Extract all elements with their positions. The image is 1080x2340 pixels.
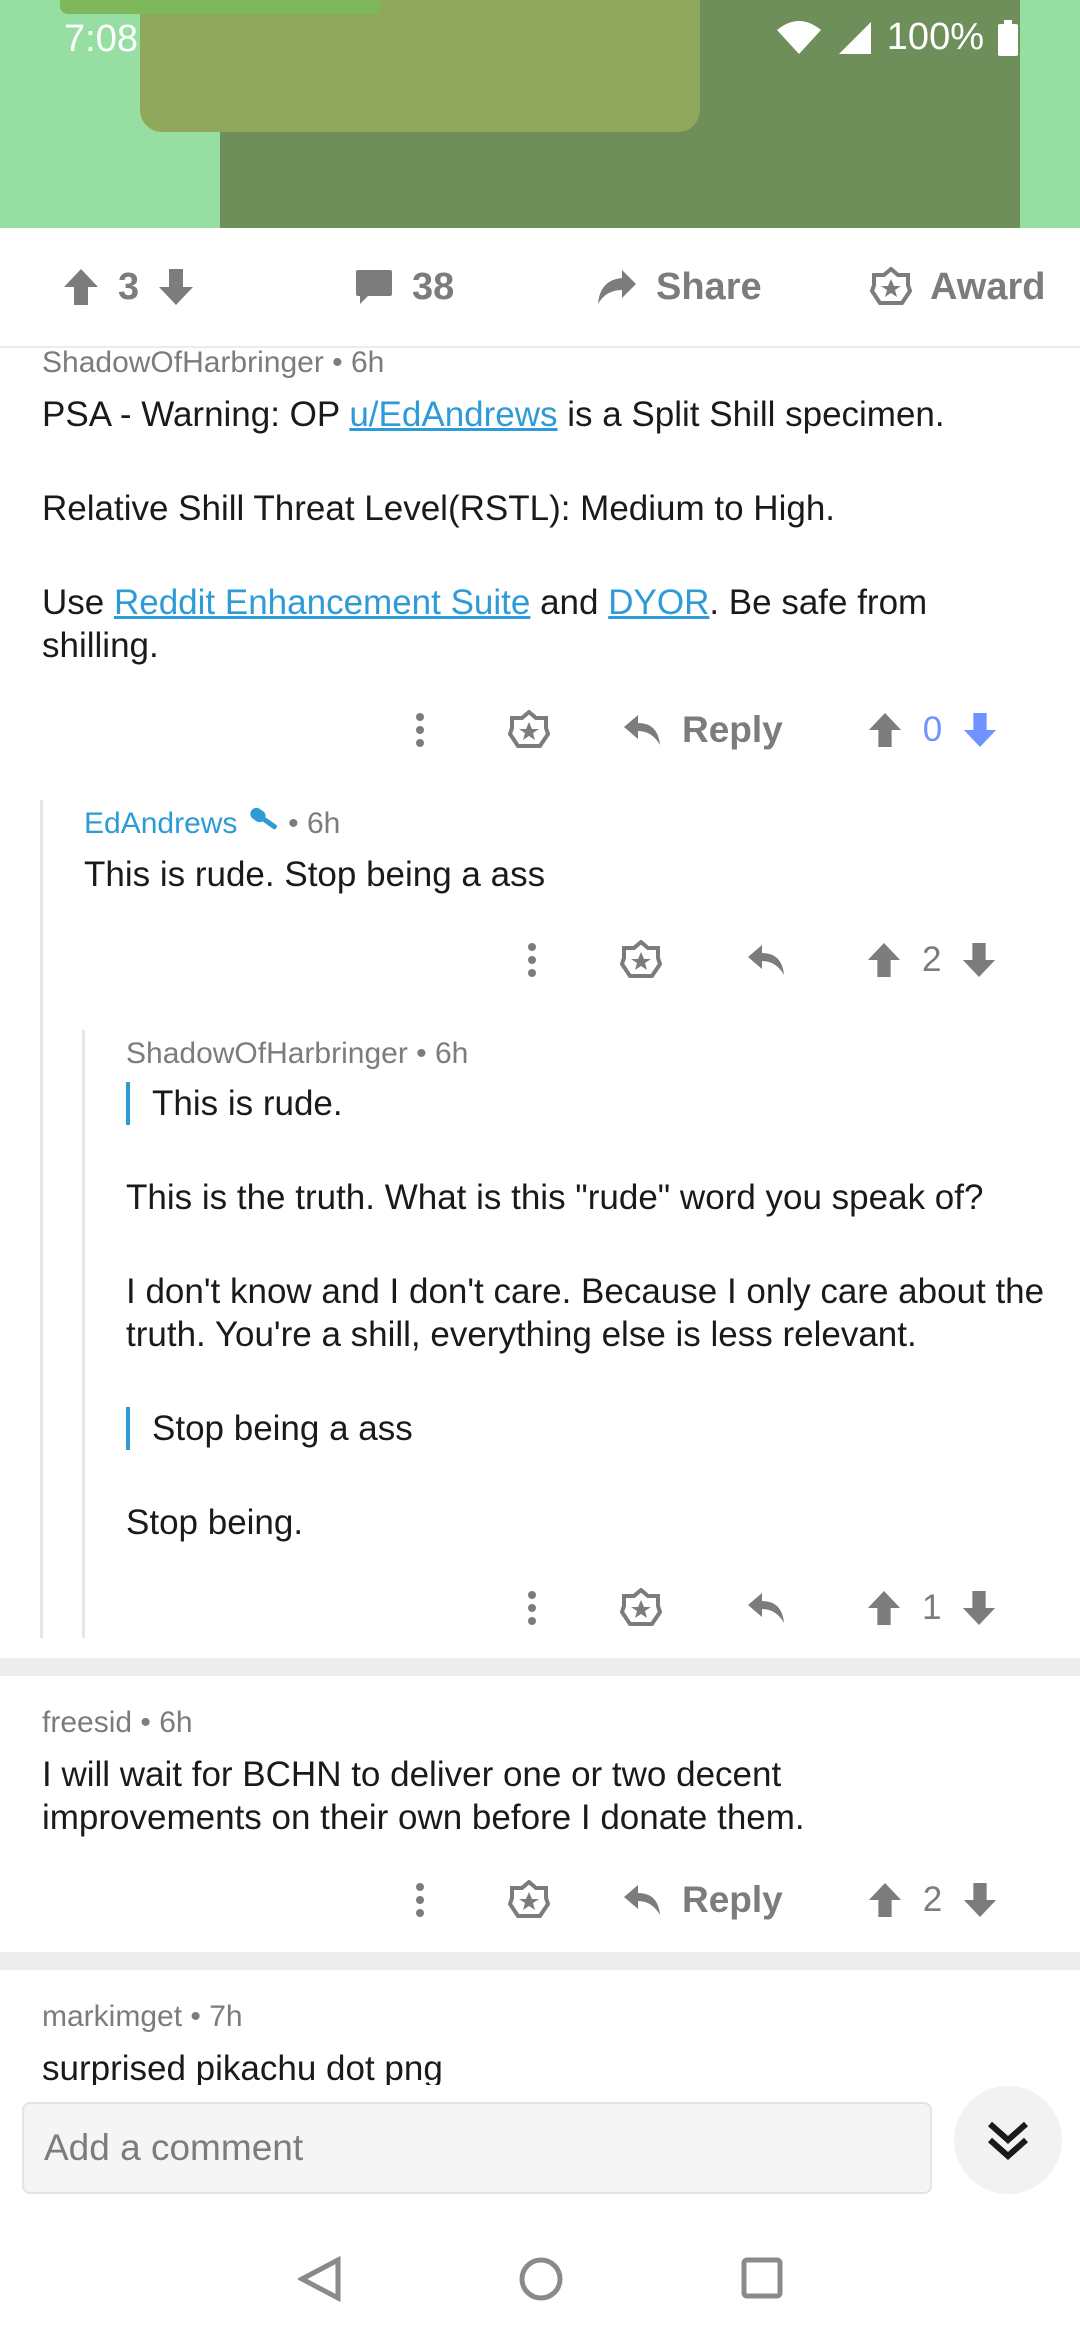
- upvote-icon[interactable]: [866, 941, 902, 979]
- system-nav-bar: [0, 2220, 1080, 2340]
- block-quote: Stop being a ass: [126, 1407, 1046, 1450]
- comment-paragraph: Use Reddit Enhancement Suite and DYOR. B…: [42, 583, 928, 665]
- award-label: Award: [930, 265, 1046, 308]
- comment-author-op[interactable]: EdAndrews: [84, 807, 237, 840]
- op-mic-icon: [250, 807, 277, 830]
- comment-body: This is rude. This is the truth. What is…: [126, 1082, 1046, 1544]
- award-icon: [870, 267, 912, 305]
- comment-count: 38: [412, 265, 455, 308]
- comment-divider: [0, 1952, 1080, 1970]
- award-icon[interactable]: [620, 1588, 662, 1628]
- reply-label: Reply: [682, 709, 783, 750]
- comment-author[interactable]: freesid: [42, 1706, 132, 1739]
- comment-meta: ShadowOfHarbringer • 6h: [42, 346, 385, 379]
- comment-paragraph: PSA - Warning: OP u/EdAndrews is a Split…: [42, 395, 945, 434]
- comment-paragraph: I don't know and I don't care. Because I…: [126, 1272, 1045, 1354]
- award-icon[interactable]: [508, 1880, 550, 1920]
- signal-icon: [838, 21, 871, 54]
- comment-meta: ShadowOfHarbringer • 6h: [126, 1037, 469, 1070]
- reply-label: Reply: [682, 1879, 783, 1920]
- award-icon[interactable]: [508, 710, 550, 750]
- thread-line: [40, 800, 43, 1638]
- battery-percent: 100%: [886, 16, 984, 58]
- downvote-icon[interactable]: [157, 267, 195, 307]
- post-vote-group: 3: [62, 228, 195, 346]
- wifi-icon: [776, 20, 821, 54]
- comment-meta: markimget • 7h: [42, 2000, 243, 2033]
- comments-button[interactable]: 38: [354, 228, 454, 346]
- post-score: 3: [118, 265, 140, 308]
- back-icon[interactable]: [298, 2256, 342, 2302]
- upvote-icon[interactable]: [866, 1589, 902, 1627]
- reply-button[interactable]: Reply: [622, 709, 783, 751]
- more-options-icon[interactable]: [512, 1590, 552, 1626]
- battery-icon: [998, 19, 1018, 56]
- reply-icon: [624, 1885, 660, 1915]
- comment-actions: 1: [512, 1578, 997, 1638]
- comment-score: 2: [922, 1880, 943, 1919]
- block-quote: This is rude.: [126, 1082, 1046, 1125]
- double-chevron-down-icon: [988, 2121, 1028, 2161]
- comment-body: I will wait for BCHN to deliver one or t…: [42, 1755, 805, 1837]
- comment-body: PSA - Warning: OP u/EdAndrews is a Split…: [42, 393, 1042, 667]
- downvote-icon[interactable]: [962, 1881, 998, 1919]
- share-label: Share: [656, 265, 762, 308]
- comment-icon: [356, 270, 392, 304]
- jump-down-button[interactable]: [954, 2086, 1062, 2194]
- comment-age: 7h: [209, 2000, 243, 2033]
- post-action-bar: 3 38 Share Award: [0, 228, 1080, 348]
- more-options-icon[interactable]: [400, 1882, 440, 1918]
- comment-age: 6h: [159, 1706, 193, 1739]
- recents-icon[interactable]: [740, 2256, 784, 2300]
- comment-age: 6h: [435, 1037, 469, 1070]
- comment-divider: [0, 1658, 1080, 1676]
- comment-score: 0: [922, 710, 943, 749]
- comment-score: 1: [922, 1588, 942, 1627]
- reply-icon[interactable]: [746, 1591, 786, 1625]
- dyor-link[interactable]: DYOR: [608, 583, 709, 622]
- award-icon[interactable]: [620, 940, 662, 980]
- reply-icon[interactable]: [746, 943, 786, 977]
- comment-age: 6h: [351, 346, 385, 379]
- status-icons: 100%: [775, 16, 1018, 59]
- upvote-icon[interactable]: [867, 711, 903, 749]
- comment-paragraph: Relative Shill Threat Level(RSTL): Mediu…: [42, 489, 836, 528]
- more-options-icon[interactable]: [400, 712, 440, 748]
- more-options-icon[interactable]: [512, 942, 552, 978]
- comment-score: 2: [922, 940, 942, 979]
- upvote-icon[interactable]: [867, 1881, 903, 1919]
- award-button[interactable]: Award: [870, 228, 1045, 346]
- comment-age: 6h: [306, 807, 341, 840]
- downvote-icon[interactable]: [961, 1589, 997, 1627]
- reply-button[interactable]: Reply: [622, 1879, 783, 1921]
- comment-actions: Reply 2: [400, 1870, 998, 1930]
- comment-actions: 2: [512, 930, 997, 990]
- comment-body: surprised pikachu dot png: [42, 2049, 443, 2085]
- comment-actions: Reply 0: [400, 700, 998, 760]
- res-link[interactable]: Reddit Enhancement Suite: [114, 583, 530, 622]
- reply-icon: [624, 715, 660, 745]
- user-link[interactable]: u/EdAndrews: [349, 395, 557, 434]
- comment-author[interactable]: markimget: [42, 2000, 182, 2033]
- thread-line: [82, 1030, 85, 1638]
- upvote-icon[interactable]: [62, 267, 100, 307]
- downvote-icon[interactable]: [961, 941, 997, 979]
- home-icon[interactable]: [518, 2256, 564, 2302]
- add-comment-input[interactable]: Add a comment: [22, 2102, 932, 2194]
- share-button[interactable]: Share: [596, 228, 762, 346]
- status-time: 7:08: [64, 18, 138, 60]
- comment-paragraph: Stop being.: [126, 1503, 304, 1542]
- comment-meta: EdAndrews • 6h: [84, 807, 341, 840]
- share-icon: [598, 270, 636, 304]
- comment-meta: freesid • 6h: [42, 1706, 193, 1739]
- downvote-icon-active[interactable]: [962, 711, 998, 749]
- comment-author[interactable]: ShadowOfHarbringer: [126, 1037, 408, 1070]
- comment-body: This is rude. Stop being a ass: [84, 855, 546, 894]
- comment-author[interactable]: ShadowOfHarbringer: [42, 346, 324, 379]
- comment-paragraph: This is the truth. What is this "rude" w…: [126, 1178, 984, 1217]
